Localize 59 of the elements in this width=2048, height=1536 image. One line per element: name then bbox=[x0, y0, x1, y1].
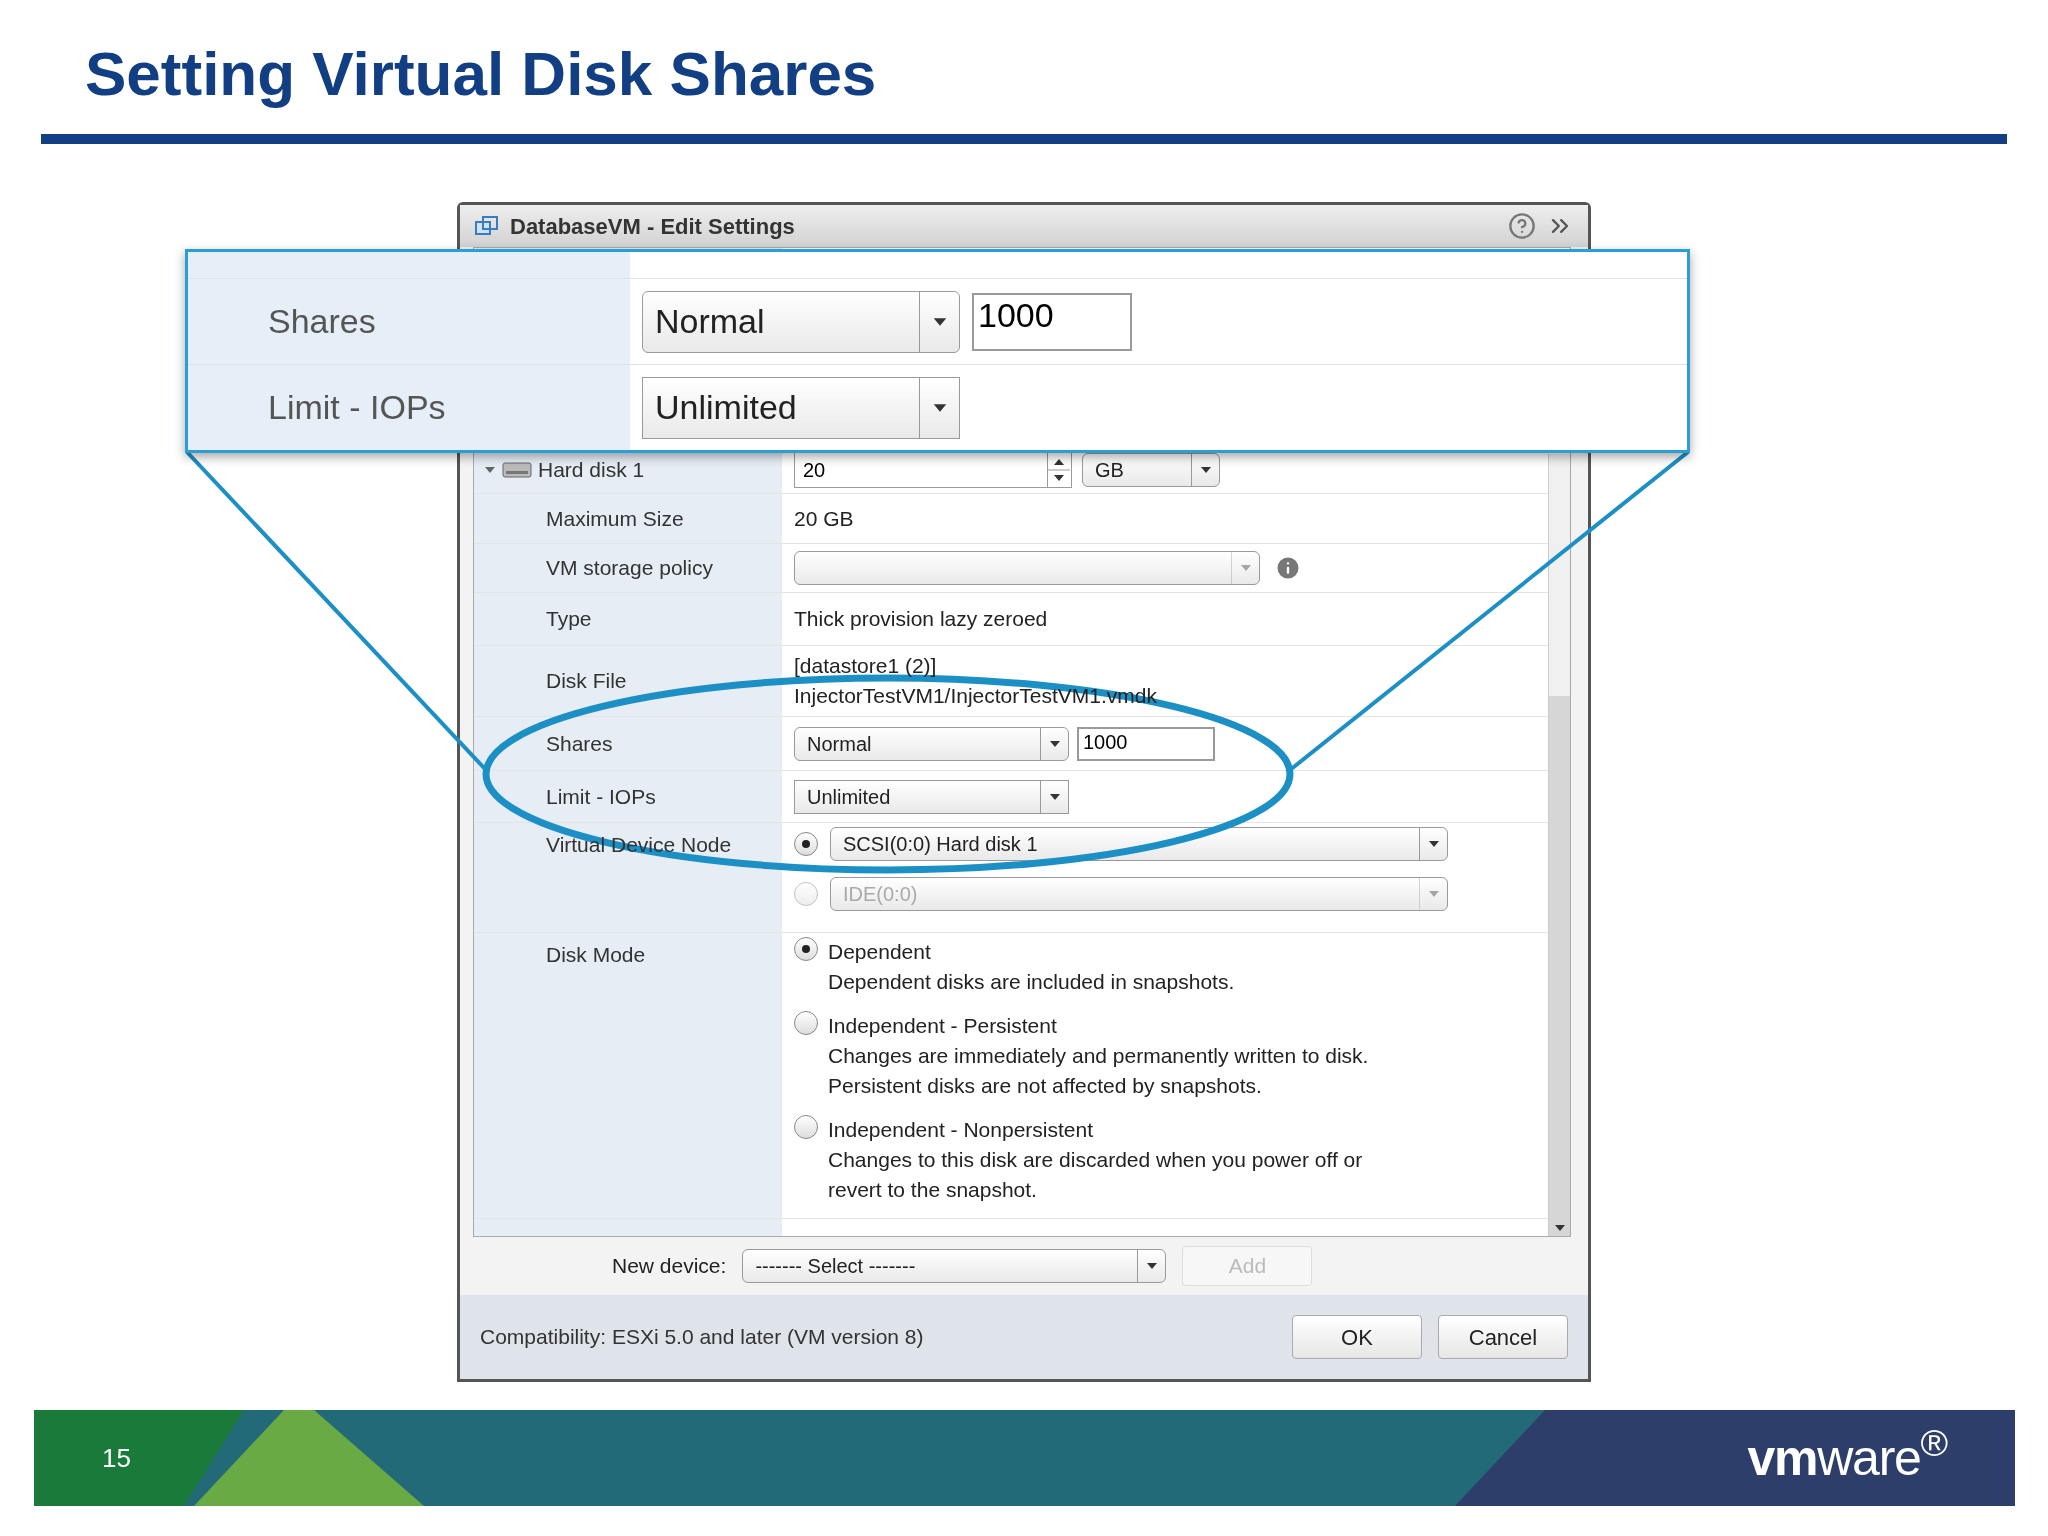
row-label: Limit - IOPs bbox=[268, 387, 446, 428]
compatibility-text: Compatibility: ESXi 5.0 and later (VM version 8) bbox=[480, 1324, 925, 1351]
value-text: Thick provision lazy zeroed bbox=[794, 606, 1048, 632]
option-label: Dependent bbox=[828, 939, 932, 965]
row-label: Hard disk 1 bbox=[538, 456, 645, 483]
value-text: 20 GB bbox=[794, 505, 854, 532]
row-label: Maximum Size bbox=[546, 505, 684, 532]
page-number: 15 bbox=[102, 1441, 131, 1475]
slide-title: Setting Virtual Disk Shares bbox=[84, 38, 878, 110]
option-description: Persistent disks are not affected by snapshots. bbox=[828, 1073, 1263, 1099]
caret-icon bbox=[1427, 840, 1440, 848]
value-text: [datastore1 (2)] bbox=[794, 653, 938, 679]
caret-icon bbox=[1048, 739, 1061, 748]
caret-icon bbox=[1145, 1262, 1158, 1270]
option-label: Independent - Persistent bbox=[828, 1013, 1058, 1039]
row-label: Type bbox=[546, 606, 592, 633]
dropdown[interactable] bbox=[794, 551, 1260, 585]
dialog-button[interactable]: Cancel bbox=[1438, 1315, 1568, 1359]
dialog-button[interactable]: OK bbox=[1292, 1315, 1422, 1359]
value-field[interactable]: 1000 bbox=[1077, 726, 1215, 761]
dropdown[interactable]: ------- Select ------- bbox=[742, 1249, 1167, 1283]
caret-icon bbox=[1239, 564, 1252, 572]
dropdown[interactable]: Unlimited bbox=[642, 376, 960, 439]
help-icon[interactable] bbox=[1508, 212, 1536, 240]
row-label: VM storage policy bbox=[546, 555, 713, 582]
size-spinner-field[interactable]: 20 bbox=[794, 451, 1072, 488]
caret-icon bbox=[1553, 1224, 1566, 1232]
dropdown[interactable]: Unlimited bbox=[794, 779, 1069, 814]
caret-icon bbox=[1048, 792, 1061, 801]
row-label: Disk File bbox=[546, 668, 627, 695]
window-title: DatabaseVM - Edit Settings bbox=[510, 212, 796, 241]
row-label: Shares bbox=[268, 301, 376, 342]
radio-button[interactable] bbox=[794, 1011, 818, 1035]
virtual-machine-icon bbox=[474, 214, 500, 238]
option-description: Changes to this disk are discarded when you power off or bbox=[828, 1147, 1363, 1173]
caret-icon bbox=[1199, 465, 1212, 474]
row-label: Disk Mode bbox=[546, 942, 646, 968]
radio-button[interactable] bbox=[794, 1115, 818, 1139]
new-device-label: New device: bbox=[612, 1253, 727, 1280]
expand-caret-icon[interactable] bbox=[484, 464, 496, 475]
option-description: revert to the snapshot. bbox=[828, 1177, 1038, 1203]
caret-icon bbox=[931, 402, 948, 413]
value-field[interactable]: 1000 bbox=[972, 292, 1132, 351]
option-description: Changes are immediately and permanently written to disk. bbox=[828, 1043, 1369, 1069]
option-label: Independent - Nonpersistent bbox=[828, 1117, 1094, 1143]
caret-icon bbox=[1427, 890, 1440, 898]
dropdown[interactable]: Normal bbox=[794, 726, 1069, 761]
dropdown[interactable]: SCSI(0:0) Hard disk 1 bbox=[830, 827, 1448, 861]
radio-button[interactable] bbox=[794, 832, 818, 856]
row-label: Shares bbox=[546, 730, 613, 757]
radio-button[interactable] bbox=[794, 937, 818, 961]
info-icon[interactable] bbox=[1274, 554, 1302, 582]
row-label: Limit - IOPs bbox=[546, 783, 656, 810]
vmware-logo: vmware$^{®}$ bbox=[1747, 1420, 1947, 1488]
scrollbar[interactable] bbox=[1548, 454, 1570, 1236]
dropdown[interactable]: GB bbox=[1082, 452, 1220, 487]
caret-icon bbox=[931, 316, 948, 327]
option-description: Dependent disks are included in snapshots. bbox=[828, 969, 1235, 995]
dropdown[interactable]: Normal bbox=[642, 290, 960, 353]
